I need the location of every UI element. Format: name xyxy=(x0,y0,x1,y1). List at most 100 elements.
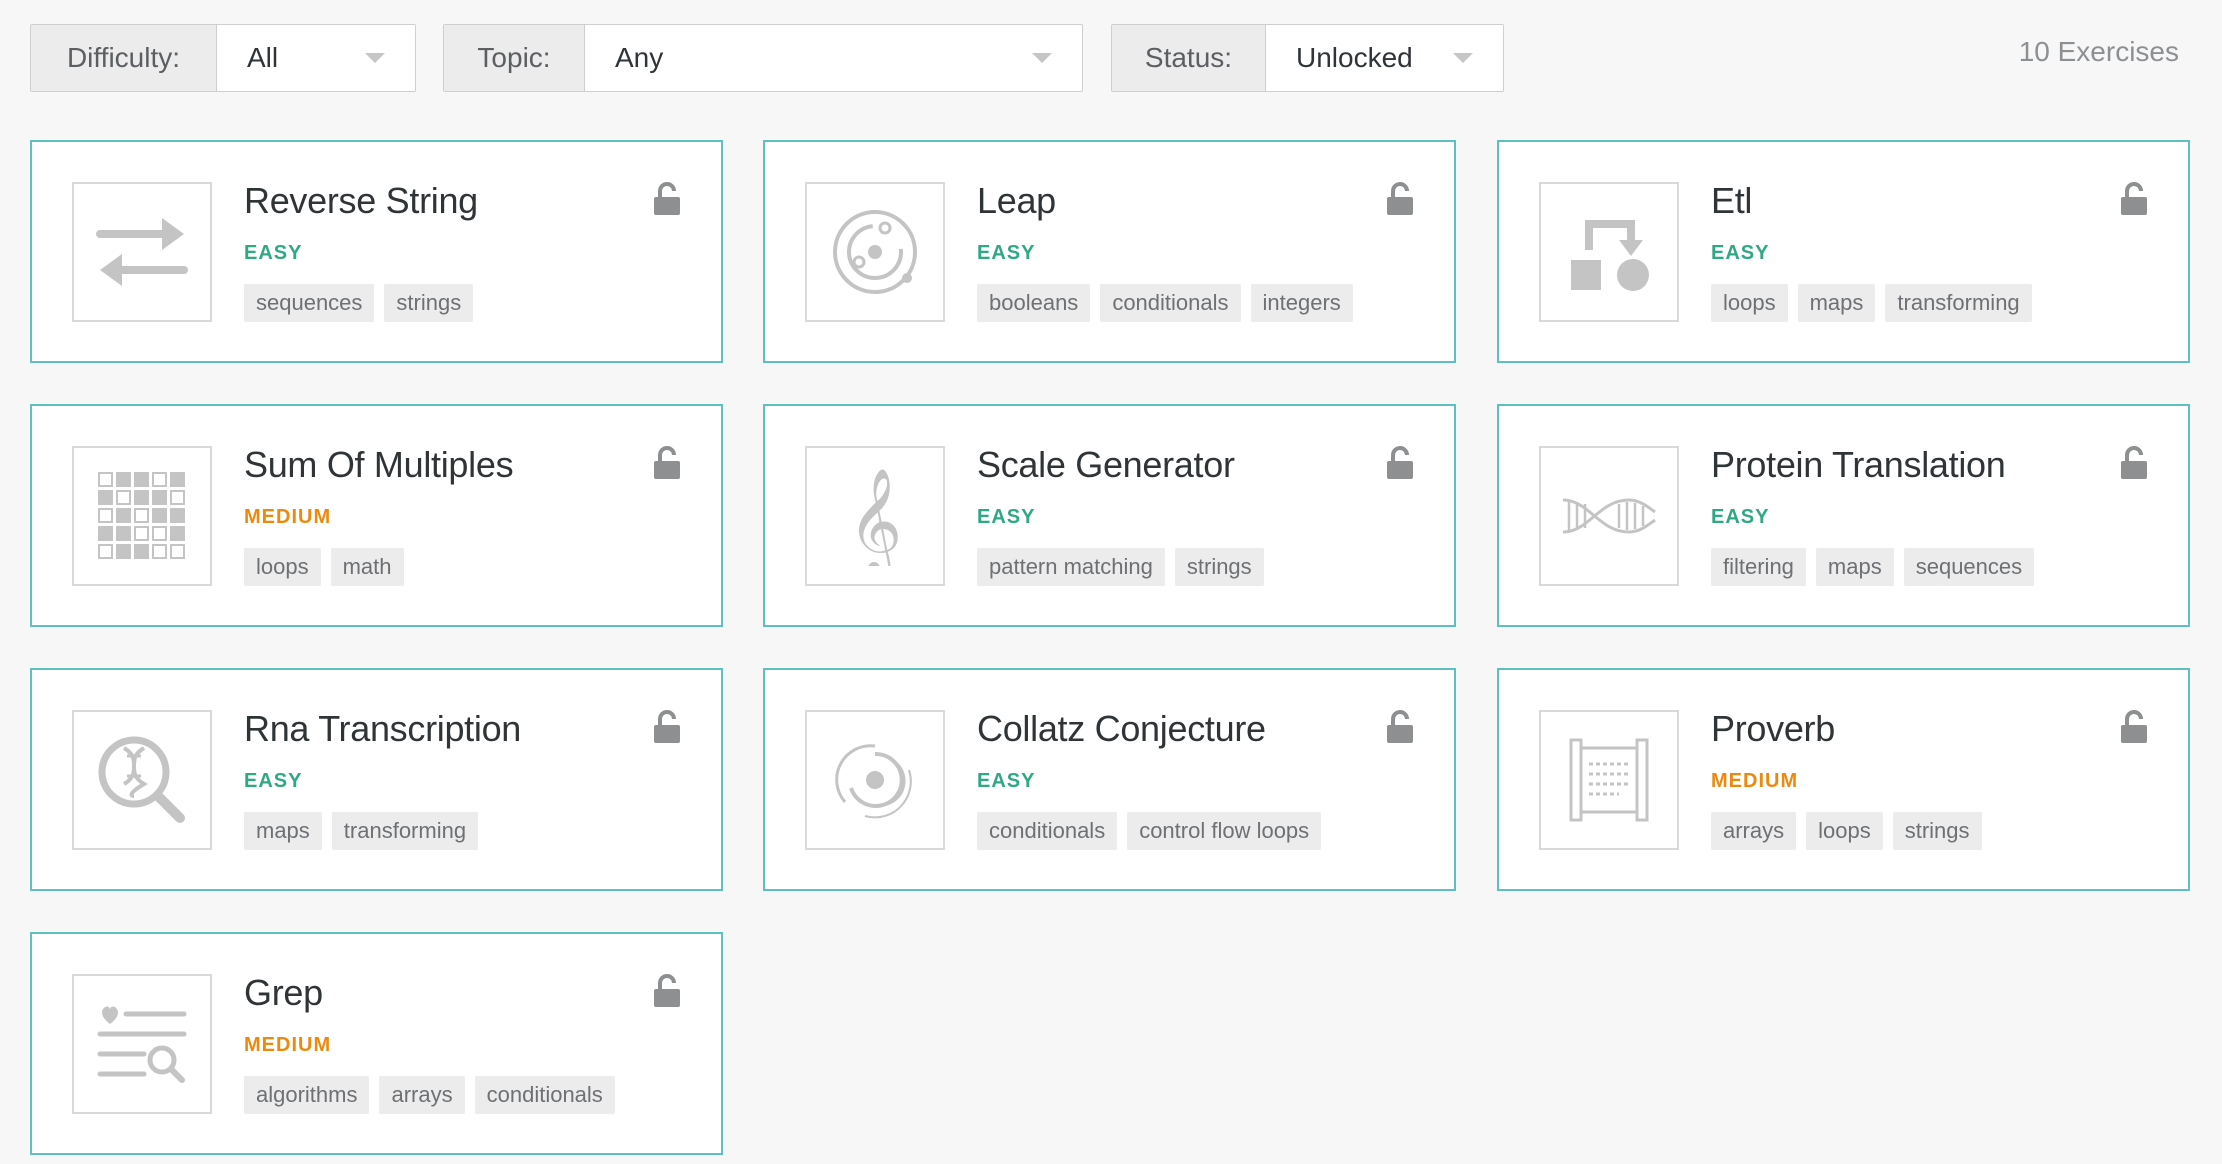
unlocked-padlock-icon xyxy=(2120,446,2148,480)
svg-text:𝄞: 𝄞 xyxy=(848,467,902,566)
difficulty-filter-label: Difficulty: xyxy=(31,25,217,91)
grid-icon xyxy=(72,446,212,586)
exercise-card[interactable]: Etl EASY loops maps transforming xyxy=(1497,140,2190,363)
orbit-icon xyxy=(805,182,945,322)
exercise-title: Reverse String xyxy=(244,180,478,221)
topic-tag: maps xyxy=(244,812,322,850)
topic-tags: booleans conditionals integers xyxy=(977,284,1353,322)
unlocked-padlock-icon xyxy=(653,182,681,216)
topic-tags: loops math xyxy=(244,548,404,586)
unlocked-padlock-icon xyxy=(2120,182,2148,216)
difficulty-filter[interactable]: Difficulty: All xyxy=(30,24,416,92)
topic-tag: sequences xyxy=(244,284,375,322)
topic-filter[interactable]: Topic: Any xyxy=(443,24,1083,92)
topic-tag: arrays xyxy=(379,1076,465,1114)
topic-tag: maps xyxy=(1815,548,1894,586)
topic-tag: algorithms xyxy=(244,1076,370,1114)
exercise-title: Protein Translation xyxy=(1711,444,2006,485)
topic-tag: integers xyxy=(1250,284,1353,322)
difficulty-badge: EASY xyxy=(977,506,1036,528)
chevron-down-icon xyxy=(1453,53,1473,63)
topic-tag: strings xyxy=(1174,548,1264,586)
status-filter[interactable]: Status: Unlocked xyxy=(1111,24,1504,92)
exercise-card[interactable]: Protein Translation EASY filtering maps sequ… xyxy=(1497,404,2190,627)
exercise-title: Grep xyxy=(244,972,323,1013)
search-list-icon xyxy=(72,974,212,1114)
exercise-count: 10 Exercises xyxy=(2018,36,2179,67)
topic-tags: pattern matching strings xyxy=(977,548,1264,586)
exercise-card[interactable]: Reverse String EASY sequences strings xyxy=(30,140,723,363)
reverse-arrows-icon xyxy=(72,182,212,322)
topic-tag: sequences xyxy=(1903,548,2035,586)
exercise-title: Collatz Conjecture xyxy=(977,708,1266,749)
topic-tag: control flow loops xyxy=(1127,812,1322,850)
status-select-value: Unlocked xyxy=(1296,42,1413,73)
difficulty-badge: EASY xyxy=(244,242,303,264)
difficulty-badge: MEDIUM xyxy=(1711,770,1799,792)
topic-tags: maps transforming xyxy=(244,812,479,850)
treble-clef-icon: 𝄞 xyxy=(805,446,945,586)
topic-tag: filtering xyxy=(1711,548,1806,586)
topic-tags: algorithms arrays conditionals xyxy=(244,1076,615,1114)
difficulty-badge: MEDIUM xyxy=(244,506,332,528)
exercise-title: Etl xyxy=(1711,180,1753,221)
topic-tag: strings xyxy=(1892,812,1982,850)
topic-tag: booleans xyxy=(977,284,1091,322)
topic-tag: conditionals xyxy=(474,1076,615,1114)
chevron-down-icon xyxy=(1032,53,1052,63)
topic-tags: arrays loops strings xyxy=(1711,812,1982,850)
topic-tag: loops xyxy=(1806,812,1883,850)
exercise-title: Proverb xyxy=(1711,708,1835,749)
exercise-title: Rna Transcription xyxy=(244,708,522,749)
unlocked-padlock-icon xyxy=(1386,446,1414,480)
unlocked-padlock-icon xyxy=(653,446,681,480)
status-select[interactable]: Unlocked xyxy=(1266,25,1503,91)
topic-filter-label: Topic: xyxy=(444,25,585,91)
transform-shapes-icon xyxy=(1539,182,1679,322)
dna-helix-icon xyxy=(1539,446,1679,586)
exercise-title: Scale Generator xyxy=(977,444,1235,485)
topic-tags: loops maps transforming xyxy=(1711,284,2032,322)
topic-tag: maps xyxy=(1797,284,1876,322)
unlocked-padlock-icon xyxy=(2120,710,2148,744)
topic-tag: transforming xyxy=(331,812,479,850)
chevron-down-icon xyxy=(365,53,385,63)
exercise-title: Leap xyxy=(977,180,1056,221)
difficulty-badge: EASY xyxy=(977,770,1036,792)
scroll-icon xyxy=(1539,710,1679,850)
unlocked-padlock-icon xyxy=(1386,182,1414,216)
topic-tag: math xyxy=(330,548,404,586)
topic-select-value: Any xyxy=(615,42,664,73)
difficulty-badge: EASY xyxy=(977,242,1036,264)
topic-select[interactable]: Any xyxy=(585,25,1082,91)
difficulty-badge: EASY xyxy=(1711,506,1770,528)
exercise-title: Sum Of Multiples xyxy=(244,444,514,485)
topic-tags: sequences strings xyxy=(244,284,474,322)
exercise-card[interactable]: Sum Of Multiples MEDIUM loops math xyxy=(30,404,723,627)
exercise-card[interactable]: Proverb MEDIUM arrays loops strings xyxy=(1497,668,2190,891)
difficulty-select-value: All xyxy=(247,42,279,73)
topic-tag: loops xyxy=(244,548,321,586)
dna-magnifier-icon xyxy=(72,710,212,850)
exercise-card[interactable]: Leap EASY booleans conditionals integers xyxy=(763,140,1456,363)
exercise-card[interactable]: 𝄞 Scale Generator EASY pattern matching stri… xyxy=(763,404,1456,627)
exercise-card[interactable]: Rna Transcription EASY maps transforming xyxy=(30,668,723,891)
topic-tag: strings xyxy=(384,284,474,322)
topic-tag: loops xyxy=(1711,284,1788,322)
topic-tags: filtering maps sequences xyxy=(1711,548,2035,586)
difficulty-select[interactable]: All xyxy=(217,25,415,91)
topic-tag: pattern matching xyxy=(977,548,1165,586)
status-filter-label: Status: xyxy=(1112,25,1266,91)
spiral-icon xyxy=(805,710,945,850)
unlocked-padlock-icon xyxy=(1386,710,1414,744)
difficulty-badge: EASY xyxy=(1711,242,1770,264)
difficulty-badge: EASY xyxy=(244,770,303,792)
exercise-card[interactable]: Grep MEDIUM algorithms arrays conditionals xyxy=(30,932,723,1155)
unlocked-padlock-icon xyxy=(653,710,681,744)
difficulty-badge: MEDIUM xyxy=(244,1034,332,1056)
topic-tag: conditionals xyxy=(977,812,1118,850)
topic-tag: arrays xyxy=(1711,812,1797,850)
exercise-card[interactable]: Collatz Conjecture EASY conditionals contro… xyxy=(763,668,1456,891)
topic-tag: conditionals xyxy=(1100,284,1241,322)
unlocked-padlock-icon xyxy=(653,974,681,1008)
